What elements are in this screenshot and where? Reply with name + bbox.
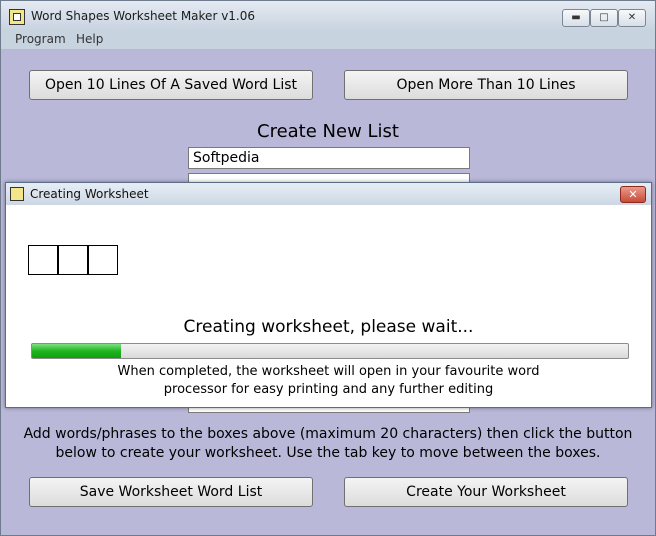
create-list-heading: Create New List: [257, 121, 399, 142]
create-worksheet-button[interactable]: Create Your Worksheet: [344, 477, 628, 507]
dialog-title: Creating Worksheet: [30, 187, 149, 201]
word-input-1[interactable]: Softpedia: [188, 147, 470, 169]
word-shape-box: [28, 245, 58, 275]
open-more-lines-button[interactable]: Open More Than 10 Lines: [344, 70, 628, 100]
dialog-body: Creating worksheet, please wait... When …: [6, 205, 651, 407]
instructions-line-1: Add words/phrases to the boxes above (ma…: [23, 426, 633, 442]
progress-bar: [31, 343, 629, 359]
open-10-lines-button[interactable]: Open 10 Lines Of A Saved Word List: [29, 70, 313, 100]
window-title: Word Shapes Worksheet Maker v1.06: [31, 9, 256, 23]
dialog-info-line-1: When completed, the worksheet will open …: [117, 364, 540, 379]
dialog-info-text: When completed, the worksheet will open …: [6, 363, 651, 399]
maximize-button[interactable]: □: [590, 9, 618, 27]
word-shape-box: [88, 245, 118, 275]
status-message: Creating worksheet, please wait...: [183, 317, 474, 337]
instructions-line-2: below to create your worksheet. Use the …: [55, 445, 601, 461]
word-shape-box: [58, 245, 88, 275]
menu-program[interactable]: Program: [15, 32, 66, 46]
close-button[interactable]: ✕: [618, 9, 646, 27]
progress-bar-fill: [32, 344, 122, 358]
dialog-app-icon: [10, 187, 24, 201]
dialog-info-line-2: processor for easy printing and any furt…: [163, 382, 494, 397]
app-icon: [9, 9, 25, 25]
menu-help[interactable]: Help: [76, 32, 103, 46]
menu-bar: Program Help: [1, 31, 655, 49]
minimize-button[interactable]: ▬: [562, 9, 590, 27]
dialog-title-bar: Creating Worksheet ✕: [6, 183, 651, 206]
dialog-close-button[interactable]: ✕: [620, 186, 646, 203]
creating-worksheet-dialog: Creating Worksheet ✕ Creating worksheet,…: [5, 182, 652, 408]
instructions-text: Add words/phrases to the boxes above (ma…: [1, 425, 655, 463]
save-word-list-button[interactable]: Save Worksheet Word List: [29, 477, 313, 507]
title-bar: Word Shapes Worksheet Maker v1.06 ▬ □ ✕: [1, 1, 655, 32]
